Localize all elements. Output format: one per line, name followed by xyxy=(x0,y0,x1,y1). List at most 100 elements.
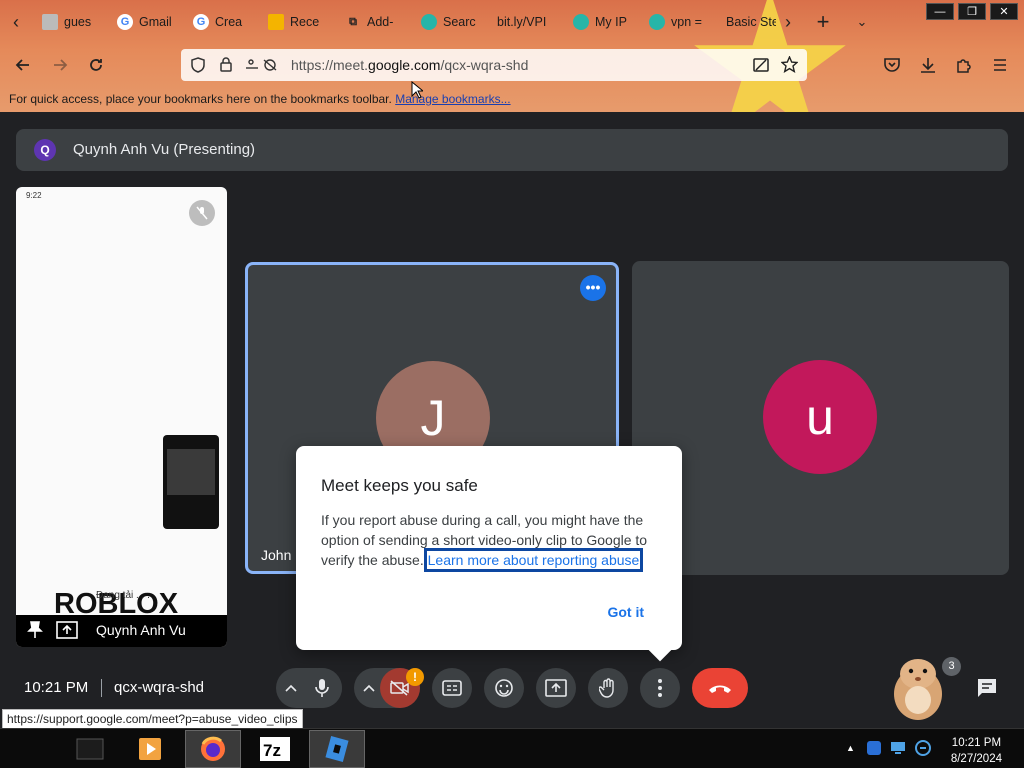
chevron-up-icon xyxy=(285,684,297,692)
bookmarks-toolbar: For quick access, place your bookmarks h… xyxy=(9,92,511,106)
minimize-icon[interactable]: — xyxy=(926,3,954,20)
present-screen-icon xyxy=(545,679,567,697)
close-window-icon[interactable]: ✕ xyxy=(990,3,1018,20)
got-it-button[interactable]: Got it xyxy=(607,604,644,620)
tab-myip[interactable]: My IP xyxy=(573,10,629,34)
taskbar-firefox[interactable] xyxy=(185,730,241,768)
list-tabs-chevron-icon[interactable]: ⌄ xyxy=(852,12,872,32)
taskbar-7zip[interactable]: 7z xyxy=(247,730,303,768)
learn-more-link[interactable]: Learn more about reporting abuse xyxy=(423,548,644,572)
hamburger-menu-icon xyxy=(994,59,1006,71)
url-domain: google.com xyxy=(368,57,441,73)
mic-muted-badge xyxy=(189,200,215,226)
dialog-body: If you report abuse during a call, you m… xyxy=(321,510,665,572)
media-player-icon xyxy=(139,738,161,760)
chart-icon xyxy=(268,14,284,30)
raise-hand-button[interactable] xyxy=(588,668,628,708)
present-button[interactable] xyxy=(536,668,576,708)
more-vert-icon xyxy=(658,679,662,697)
tab-bitly[interactable]: bit.ly/VPI xyxy=(497,10,551,34)
screen-share-tile[interactable]: 9:22 ROBLOX Đang tải . . . Quynh Anh Vu xyxy=(16,187,227,647)
more-options-button[interactable] xyxy=(640,668,680,708)
restore-icon[interactable]: ❐ xyxy=(958,3,986,20)
mic-icon xyxy=(315,679,329,697)
network-icon[interactable] xyxy=(890,741,906,755)
url-prefix: https://meet. xyxy=(291,57,369,73)
system-clock[interactable]: 10:21 PM 8/27/2024 xyxy=(951,735,1002,767)
tab-vpn[interactable]: vpn = xyxy=(649,10,704,34)
participant-tile-u[interactable]: u xyxy=(632,261,1009,575)
puzzle-icon: ⧉ xyxy=(349,15,357,28)
meeting-time: 10:21 PM xyxy=(24,679,89,696)
taskbar-terminal[interactable] xyxy=(62,730,118,768)
7zip-icon: 7z xyxy=(260,737,290,761)
permissions-icon[interactable] xyxy=(245,57,279,73)
phone-hangup-icon xyxy=(709,685,731,693)
phone-status-bar: 9:22 xyxy=(26,191,221,203)
captions-button[interactable] xyxy=(432,668,472,708)
volume-icon[interactable] xyxy=(914,739,932,757)
tab-gmail[interactable]: G Gmail xyxy=(117,10,175,34)
lock-icon[interactable] xyxy=(218,56,234,73)
clock-time: 10:21 PM xyxy=(951,737,1002,749)
camera-blocked-icon[interactable] xyxy=(753,57,770,73)
closed-captions-icon xyxy=(442,680,462,696)
dialog-pointer xyxy=(648,638,672,662)
browser-chrome: ‹ gues G Gmail G Crea Rece ⧉ Add- Searc … xyxy=(0,0,1024,112)
shield-icon xyxy=(421,14,437,30)
divider xyxy=(101,679,102,697)
tab-label: Gmail xyxy=(139,15,172,29)
reactions-button[interactable] xyxy=(484,668,524,708)
downloads-button[interactable] xyxy=(916,53,940,77)
url-path: /qcx-wqra-shd xyxy=(440,57,529,73)
tab-scroll-left-icon[interactable]: ‹ xyxy=(6,12,26,32)
hand-icon xyxy=(599,678,614,698)
tab-basic-steps[interactable]: Basic Ste xyxy=(726,10,776,34)
more-options-button[interactable]: ••• xyxy=(580,275,606,301)
tab-label: gues xyxy=(64,15,92,29)
reload-button[interactable] xyxy=(84,53,108,77)
url-text[interactable]: https://meet.google.com/qcx-wqra-shd xyxy=(291,57,528,73)
new-tab-icon[interactable]: + xyxy=(813,11,833,33)
tab-scroll-right-icon[interactable]: › xyxy=(778,12,798,32)
tab-label: Rece xyxy=(290,15,320,29)
arrow-right-icon xyxy=(54,59,68,71)
phone-thumbnail-screen xyxy=(167,449,215,495)
roblox-studio-icon xyxy=(325,736,349,762)
presenting-label: Quynh Anh Vu (Presenting) xyxy=(73,141,256,158)
chat-icon[interactable] xyxy=(976,677,998,699)
pin-icon[interactable] xyxy=(27,621,43,639)
star-bookmark-icon[interactable] xyxy=(781,56,798,73)
download-icon xyxy=(921,58,935,73)
tab-recent[interactable]: Rece xyxy=(268,10,320,34)
tab-strip: ‹ gues G Gmail G Crea Rece ⧉ Add- Searc … xyxy=(0,0,1024,44)
tab-create[interactable]: G Crea xyxy=(193,10,245,34)
extensions-button[interactable] xyxy=(952,53,976,77)
tab-search[interactable]: Searc xyxy=(421,10,476,34)
address-bar[interactable]: https://meet.google.com/qcx-wqra-shd xyxy=(181,49,807,81)
forward-button[interactable] xyxy=(48,53,72,77)
tray-app-icon[interactable] xyxy=(866,740,882,756)
camera-alert-badge: ! xyxy=(406,668,424,686)
pocket-button[interactable] xyxy=(880,53,904,77)
safety-dialog: Meet keeps you safe If you report abuse … xyxy=(296,446,682,662)
tab-guest[interactable]: gues xyxy=(42,10,94,34)
taskbar-roblox-studio[interactable] xyxy=(309,730,365,768)
end-call-button[interactable] xyxy=(692,668,748,708)
tab-label: Basic Ste xyxy=(726,15,776,29)
tab-addons[interactable]: ⧉ Add- xyxy=(345,10,397,34)
taskbar-media-player[interactable] xyxy=(122,730,178,768)
shield-icon[interactable] xyxy=(190,57,206,73)
chevron-up-icon xyxy=(363,684,375,692)
tab-label: vpn = xyxy=(671,15,702,29)
navigation-bar: https://meet.google.com/qcx-wqra-shd xyxy=(0,44,1024,86)
roblox-icon xyxy=(42,14,58,30)
google-icon: G xyxy=(117,14,133,30)
back-button[interactable] xyxy=(11,53,35,77)
svg-text:7z: 7z xyxy=(263,741,281,760)
puzzle-icon xyxy=(957,59,971,73)
presenter-avatar: Q xyxy=(34,139,56,161)
mic-button[interactable] xyxy=(302,668,342,708)
menu-button[interactable] xyxy=(988,53,1012,77)
tray-expand-icon[interactable]: ▲ xyxy=(846,743,855,753)
